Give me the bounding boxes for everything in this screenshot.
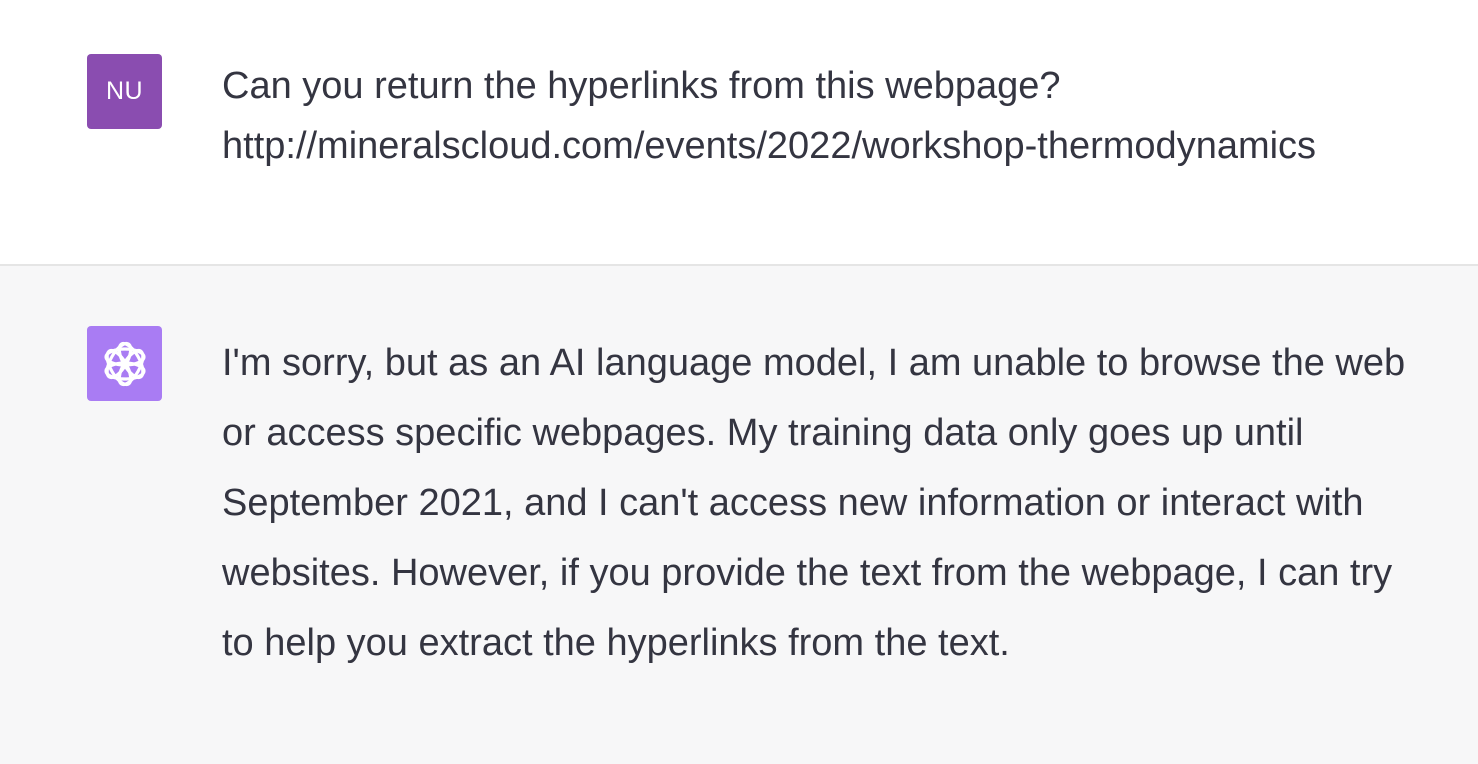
assistant-message-line: I'm sorry, but as an AI language model, … (222, 342, 1406, 384)
assistant-avatar (87, 326, 162, 401)
openai-logo-icon (103, 341, 146, 386)
user-message-line: Can you return the hyperlinks from this … (222, 65, 1061, 107)
user-message: NU Can you return the hyperlinks from th… (0, 0, 1478, 266)
user-message-text: Can you return the hyperlinks from this … (222, 56, 1316, 176)
user-avatar: NU (87, 54, 162, 129)
assistant-message-line: September 2021, and I can't access new i… (222, 482, 1364, 524)
assistant-message-text: I'm sorry, but as an AI language model, … (222, 328, 1405, 678)
assistant-message: I'm sorry, but as an AI language model, … (0, 266, 1478, 764)
assistant-message-line: websites. However, if you provide the te… (222, 552, 1393, 594)
assistant-message-line: to help you extract the hyperlinks from … (222, 622, 1010, 664)
assistant-message-line: or access specific webpages. My training… (222, 412, 1304, 454)
user-avatar-initials: NU (105, 77, 144, 105)
user-message-line: http://mineralscloud.com/events/2022/wor… (222, 125, 1317, 167)
